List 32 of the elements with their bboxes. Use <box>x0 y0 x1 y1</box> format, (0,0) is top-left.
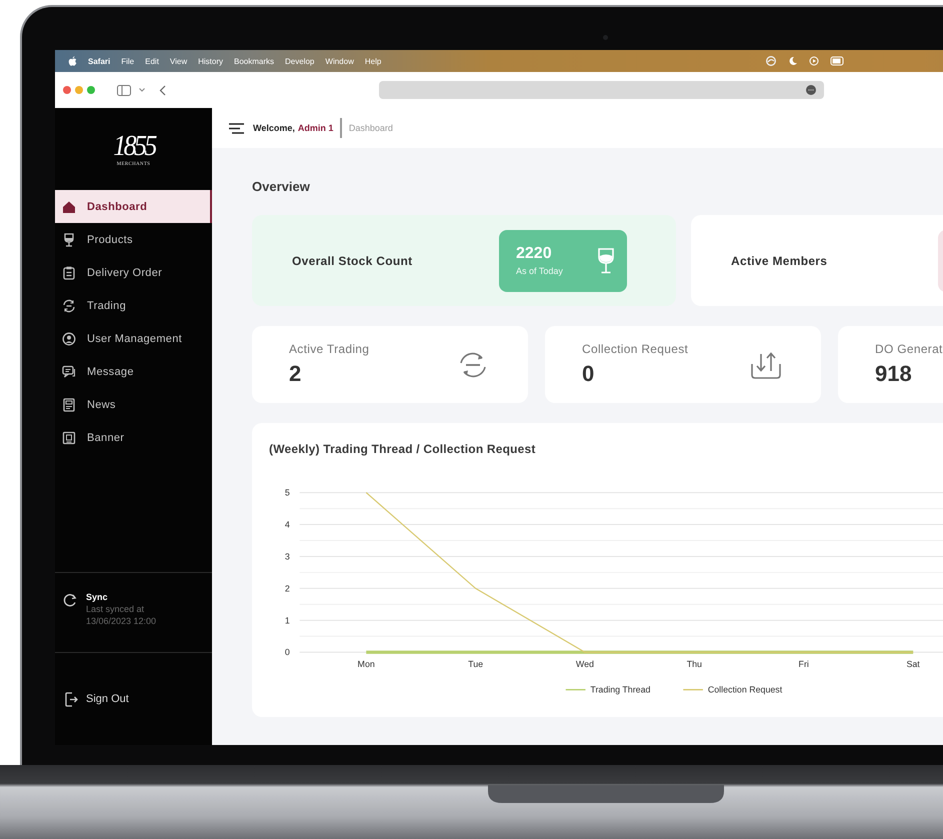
sync-time: 13/06/2023 12:00 <box>86 615 156 627</box>
badge-value: 2220 <box>516 245 553 263</box>
x-tick-label: Tue <box>468 658 484 669</box>
stat-label: Collection Request <box>582 342 690 356</box>
logo-mark: 1855 <box>112 132 154 160</box>
y-tick-label: 0 <box>284 646 290 657</box>
sync-subtitle: Last synced at <box>86 603 146 615</box>
y-tick-label: 2 <box>284 583 290 594</box>
stat-label: Active Trading <box>289 342 370 356</box>
x-tick-label: Mon <box>358 658 375 669</box>
stat-value: 0 <box>582 361 596 387</box>
legend-label: Trading Thread <box>590 684 651 694</box>
x-tick-label: Wed <box>576 658 594 669</box>
x-tick-label: Fri <box>798 658 809 669</box>
y-tick-label: 3 <box>284 551 290 562</box>
stat-value: 2 <box>289 361 302 387</box>
chart-title: (Weekly) Trading Thread / Collection Request <box>268 441 537 458</box>
x-tick-label: Sat <box>906 658 920 669</box>
stat-label: DO Generat <box>875 342 943 356</box>
legend-label: Collection Request <box>708 684 783 694</box>
y-tick-label: 1 <box>284 614 290 625</box>
user-name: Admin 1 <box>298 123 334 133</box>
badge-note: As of Today <box>516 266 564 276</box>
card-label: Active Members <box>731 254 828 268</box>
card-label: Overall Stock Count <box>292 254 414 268</box>
y-tick-label: 4 <box>284 519 290 530</box>
y-tick-label: 5 <box>284 487 290 498</box>
section-title: Overview <box>252 178 311 196</box>
sync-title: Sync <box>86 591 109 603</box>
x-tick-label: Thu <box>686 658 702 669</box>
stat-value: 918 <box>875 361 913 387</box>
welcome-text: Welcome, <box>253 123 295 133</box>
